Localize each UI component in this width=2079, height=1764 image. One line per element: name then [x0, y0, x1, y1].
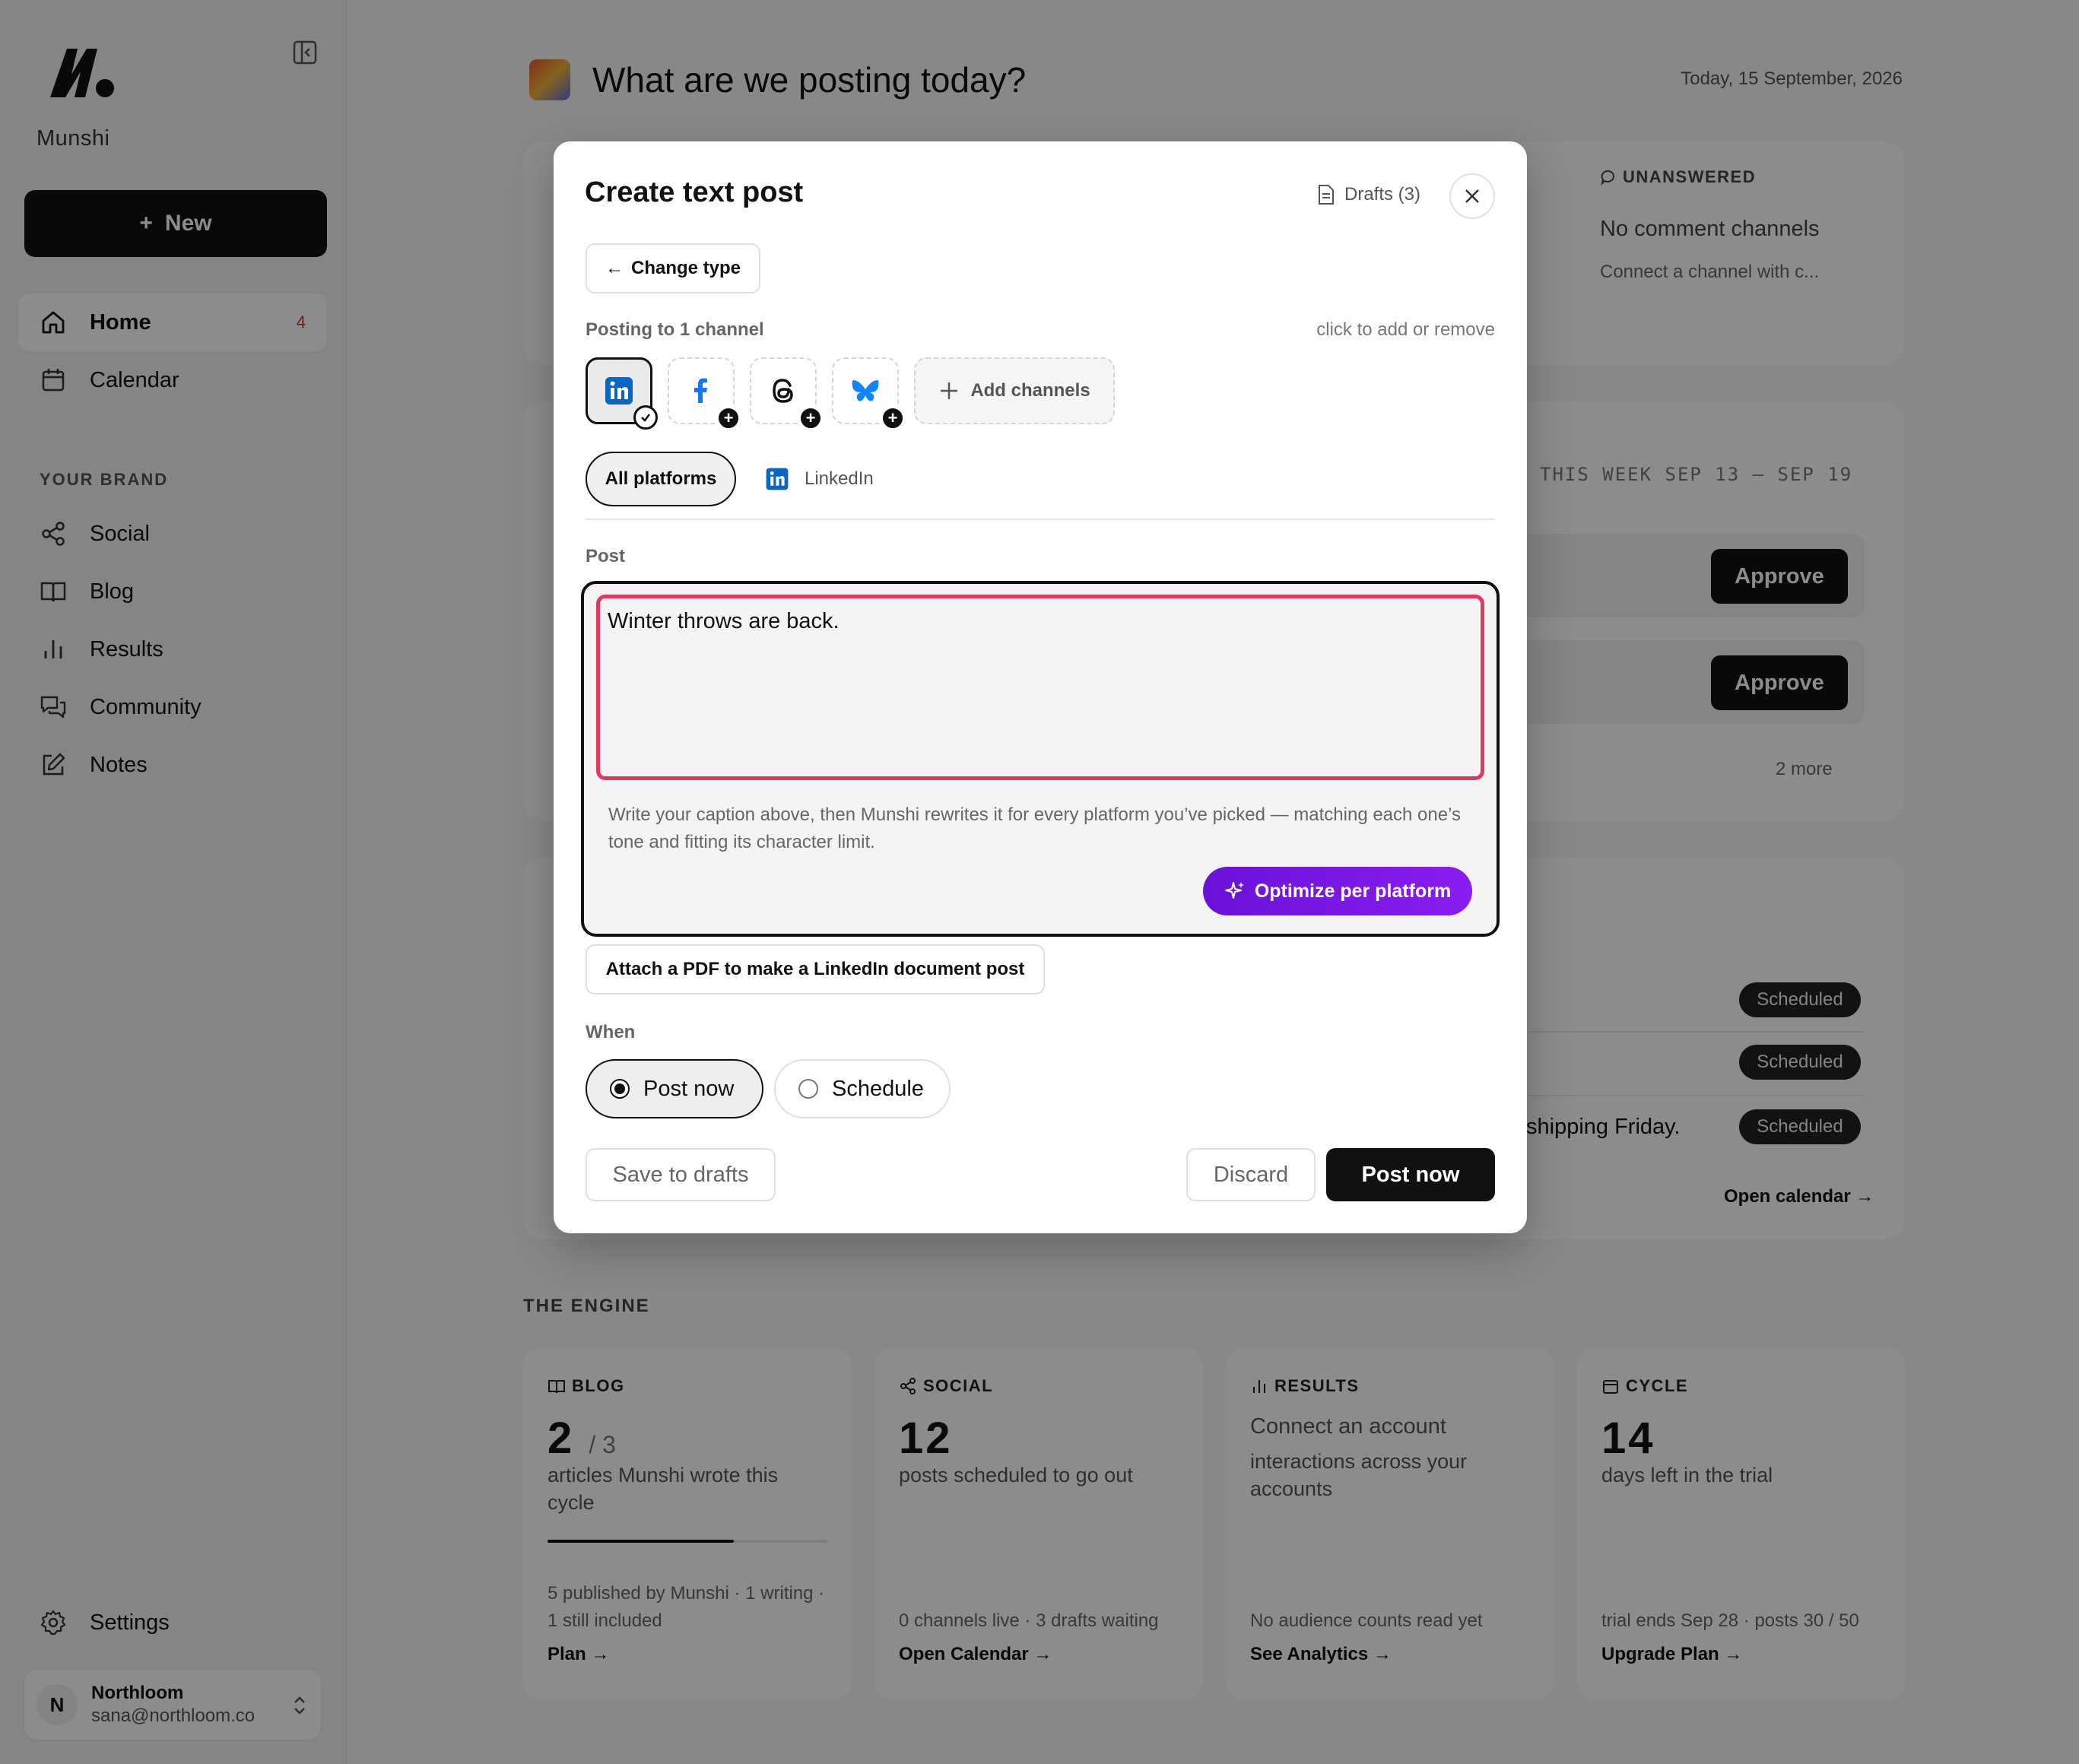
divider: [586, 519, 1495, 520]
channel-threads[interactable]: +: [750, 357, 823, 430]
plus-icon: +: [881, 406, 905, 430]
post-now-option[interactable]: Post now: [586, 1059, 763, 1118]
document-icon: [1319, 185, 1334, 205]
channel-hint: click to add or remove: [1316, 319, 1495, 340]
channel-bluesky[interactable]: +: [832, 357, 905, 430]
radio-selected: [610, 1079, 630, 1099]
add-channels-button[interactable]: Add channels: [914, 357, 1115, 424]
tab-linkedin[interactable]: LinkedIn: [765, 452, 874, 506]
post-now-button[interactable]: Post now: [1326, 1148, 1495, 1201]
threads-icon: [773, 379, 793, 403]
linkedin-icon: [766, 468, 789, 490]
arrow-left-icon: ←: [605, 258, 624, 278]
post-label: Post: [586, 546, 626, 566]
schedule-option[interactable]: Schedule: [774, 1059, 951, 1118]
change-type-button[interactable]: ← Change type: [586, 243, 760, 293]
plus-icon: +: [798, 406, 823, 430]
optimize-per-platform-button[interactable]: Optimize per platform: [1203, 867, 1472, 915]
linkedin-icon: [605, 377, 633, 405]
drafts-button[interactable]: Drafts (3): [1317, 184, 1420, 205]
sparkle-icon: [1224, 882, 1244, 899]
discard-button[interactable]: Discard: [1186, 1148, 1316, 1201]
facebook-icon: [694, 378, 707, 403]
helper-text: Write your caption above, then Munshi re…: [608, 804, 1461, 852]
channel-linkedin[interactable]: [586, 357, 658, 430]
check-icon: [633, 405, 658, 430]
post-editor: Winter throws are back. Write your capti…: [581, 581, 1500, 937]
create-post-dialog: Create text post Drafts (3) ← Change typ…: [554, 141, 1527, 1233]
post-textarea[interactable]: Winter throws are back.: [596, 595, 1484, 780]
tab-all-platforms[interactable]: All platforms: [586, 452, 736, 506]
radio-unselected: [798, 1079, 818, 1099]
close-button[interactable]: [1449, 173, 1495, 219]
close-icon: [1465, 189, 1479, 203]
save-to-drafts-button[interactable]: Save to drafts: [586, 1148, 776, 1201]
plus-icon: +: [716, 406, 741, 430]
posting-to-label: Posting to 1 channel: [586, 319, 764, 340]
bluesky-icon: [852, 380, 879, 401]
channel-facebook[interactable]: +: [668, 357, 741, 430]
plus-icon: [941, 382, 958, 399]
attach-pdf-button[interactable]: Attach a PDF to make a LinkedIn document…: [586, 944, 1045, 995]
dialog-title: Create text post: [585, 176, 804, 208]
when-label: When: [586, 1022, 636, 1042]
